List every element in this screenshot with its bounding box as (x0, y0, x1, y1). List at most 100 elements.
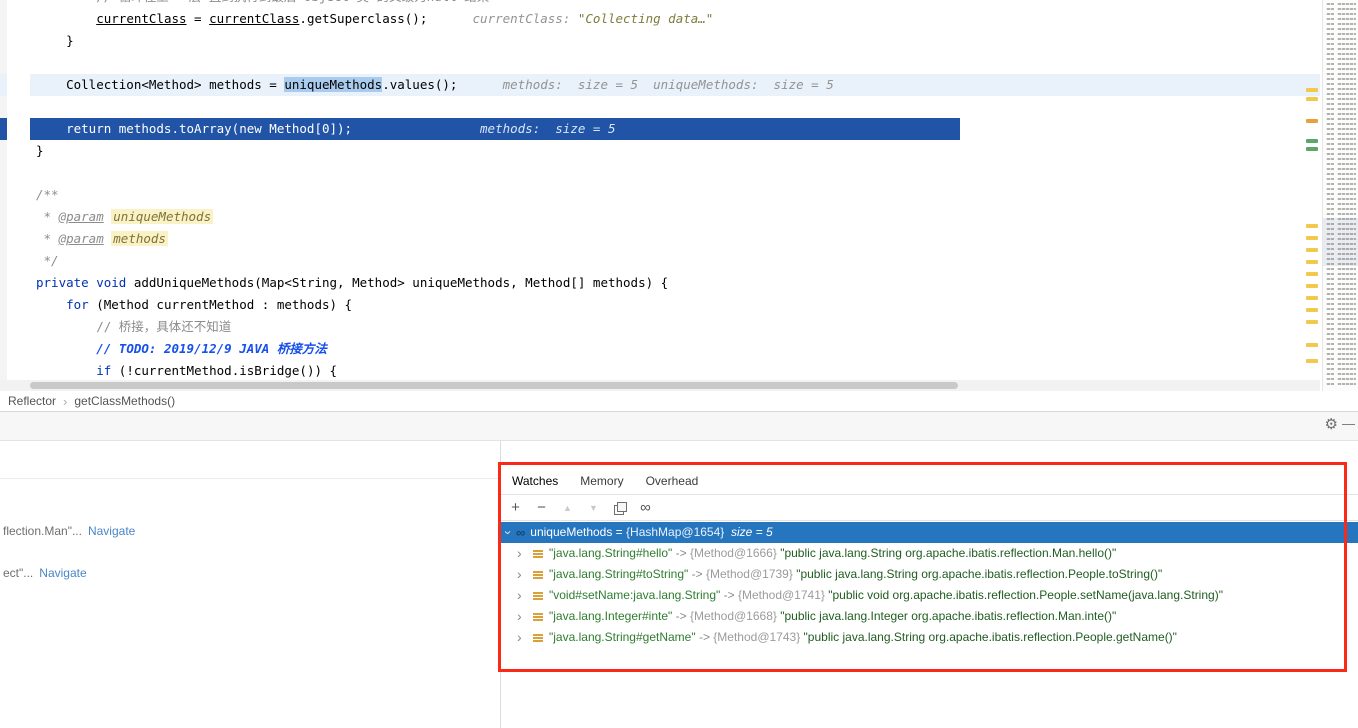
minimap-viewport[interactable] (1323, 218, 1358, 266)
code-token: currentClass (96, 11, 187, 26)
code-line[interactable] (30, 96, 1320, 118)
code-line[interactable]: /** (30, 184, 1320, 206)
code-line[interactable]: */ (30, 250, 1320, 272)
watch-entry-row[interactable]: › "java.lang.String#hello" -> {Method@166… (500, 543, 1358, 564)
horizontal-scrollbar[interactable] (0, 380, 1320, 391)
inspection-mark[interactable] (1306, 139, 1318, 143)
inspection-mark[interactable] (1306, 236, 1318, 240)
error-stripe (1304, 0, 1322, 380)
entry-value: "public java.lang.String org.apache.ibat… (796, 567, 1163, 581)
code-line[interactable]: * @param uniqueMethods (30, 206, 1320, 228)
code-line[interactable]: // 循环往上 一层 直到执行到最后 Object 类 的父级为null 结束 (30, 0, 1320, 8)
minimap[interactable] (1322, 0, 1358, 391)
entry-ref: {Method@1741} (737, 588, 829, 602)
tab-watches[interactable]: Watches (512, 474, 558, 488)
code-token: (!currentMethod.isBridge()) { (111, 363, 338, 378)
tab-overhead[interactable]: Overhead (646, 474, 699, 488)
move-up-button[interactable]: ▲ (559, 499, 576, 516)
inspection-mark[interactable] (1306, 343, 1318, 347)
code-line[interactable]: * @param methods (30, 228, 1320, 250)
chevron-right-icon[interactable]: › (517, 627, 529, 648)
inspection-mark[interactable] (1306, 224, 1318, 228)
inspection-mark[interactable] (1306, 272, 1318, 276)
code-line[interactable] (30, 52, 1320, 74)
navigate-link[interactable]: Navigate (39, 566, 86, 580)
code-line[interactable]: return methods.toArray(new Method[0]); m… (30, 118, 960, 140)
watches-tabs: Watches Memory Overhead (500, 468, 1358, 495)
inspection-mark[interactable] (1306, 359, 1318, 363)
watch-entry-row[interactable]: › "java.lang.String#toString" -> {Method@… (500, 564, 1358, 585)
code-token: addUniqueMethods(Map<String, Method> uni… (126, 275, 669, 290)
code-token: currentClass: (427, 11, 578, 26)
watch-root-row[interactable]: › ∞ uniqueMethods = {HashMap@1654} size … (500, 522, 1358, 543)
entry-value: "public java.lang.Integer org.apache.iba… (780, 609, 1117, 623)
ide-window: // 循环往上 一层 直到执行到最后 Object 类 的父级为null 结束 … (0, 0, 1358, 728)
watch-equals: = (612, 525, 627, 539)
tab-memory[interactable]: Memory (580, 474, 623, 488)
move-down-button[interactable]: ▼ (585, 499, 602, 516)
code-line[interactable]: } (30, 140, 1320, 162)
code-line[interactable]: Collection<Method> methods = uniqueMetho… (30, 74, 1320, 96)
watch-entry-row[interactable]: › "java.lang.String#getName" -> {Method@1… (500, 627, 1358, 648)
code-line[interactable]: } (30, 30, 1320, 52)
duplicate-watch-button[interactable] (611, 499, 628, 516)
inspection-mark[interactable] (1306, 308, 1318, 312)
code-line[interactable]: // TODO: 2019/12/9 JAVA 桥接方法 (30, 338, 1320, 360)
code-line[interactable]: if (!currentMethod.isBridge()) { (30, 360, 1320, 380)
entry-key: "java.lang.String#hello" (549, 546, 673, 560)
chevron-right-icon[interactable]: › (517, 606, 529, 627)
gear-icon[interactable]: ⚙ (1325, 417, 1338, 433)
code-token: * (36, 209, 59, 224)
breadcrumb-bar: Reflector › getClassMethods() (0, 391, 1358, 412)
code-line[interactable]: currentClass = currentClass.getSuperclas… (30, 8, 1320, 30)
code-line[interactable]: for (Method currentMethod : methods) { (30, 294, 1320, 316)
remove-watch-button[interactable]: − (533, 499, 550, 516)
inspection-mark[interactable] (1306, 248, 1318, 252)
code-token: private (36, 275, 89, 290)
chevron-right-icon[interactable]: › (517, 543, 529, 564)
inspection-mark[interactable] (1306, 97, 1318, 101)
minimap-texture (1326, 3, 1334, 386)
watch-entry-row[interactable]: › "java.lang.Integer#inte" -> {Method@166… (500, 606, 1358, 627)
code-token: // 桥接，具体还不知道 (36, 319, 232, 334)
chevron-down-icon[interactable]: › (498, 527, 519, 538)
chevron-right-icon[interactable]: › (517, 585, 529, 606)
inspection-mark[interactable] (1306, 260, 1318, 264)
inspection-mark[interactable] (1306, 119, 1318, 123)
scrollbar-thumb[interactable] (30, 382, 958, 389)
watch-ref: {HashMap@1654} (626, 525, 725, 539)
inspection-mark[interactable] (1306, 320, 1318, 324)
watch-entry-row[interactable]: › "void#setName:java.lang.String" -> {Met… (500, 585, 1358, 606)
inspection-mark[interactable] (1306, 296, 1318, 300)
breadcrumb-class[interactable]: Reflector (8, 394, 56, 408)
entry-ref: {Method@1743} (713, 630, 804, 644)
code-token: currentClass (209, 11, 300, 26)
code-line[interactable] (30, 162, 1320, 184)
code-token: methods: size = 5 uniqueMethods: size = … (457, 77, 834, 92)
entry-arrow: -> (720, 588, 738, 602)
execution-line-gutter-highlight (0, 118, 7, 140)
entry-arrow: -> (688, 567, 706, 581)
caret-line-gutter-highlight (0, 74, 7, 96)
code-token: = (186, 11, 210, 26)
code-token: for (66, 297, 89, 312)
map-entry-icon (533, 633, 543, 642)
breadcrumb-method[interactable]: getClassMethods() (74, 394, 175, 408)
inspection-mark[interactable] (1306, 88, 1318, 92)
chevron-right-icon[interactable]: › (517, 564, 529, 585)
add-watch-button[interactable]: + (507, 499, 524, 516)
navigate-link[interactable]: Navigate (88, 524, 135, 538)
code-line[interactable]: private void addUniqueMethods(Map<String… (30, 272, 1320, 294)
hide-button[interactable]: — (1342, 416, 1355, 432)
code-area[interactable]: // 循环往上 一层 直到执行到最后 Object 类 的父级为null 结束 … (30, 0, 1320, 380)
inspection-mark[interactable] (1306, 284, 1318, 288)
code-editor[interactable]: // 循环往上 一层 直到执行到最后 Object 类 的父级为null 结束 … (0, 0, 1358, 391)
inspection-mark[interactable] (1306, 147, 1318, 151)
show-watches-button[interactable]: ∞ (637, 499, 654, 516)
code-line[interactable]: // 桥接，具体还不知道 (30, 316, 1320, 338)
code-token: /** (36, 187, 59, 202)
watch-size: size = 5 (724, 525, 773, 539)
code-token: methods (111, 231, 168, 246)
